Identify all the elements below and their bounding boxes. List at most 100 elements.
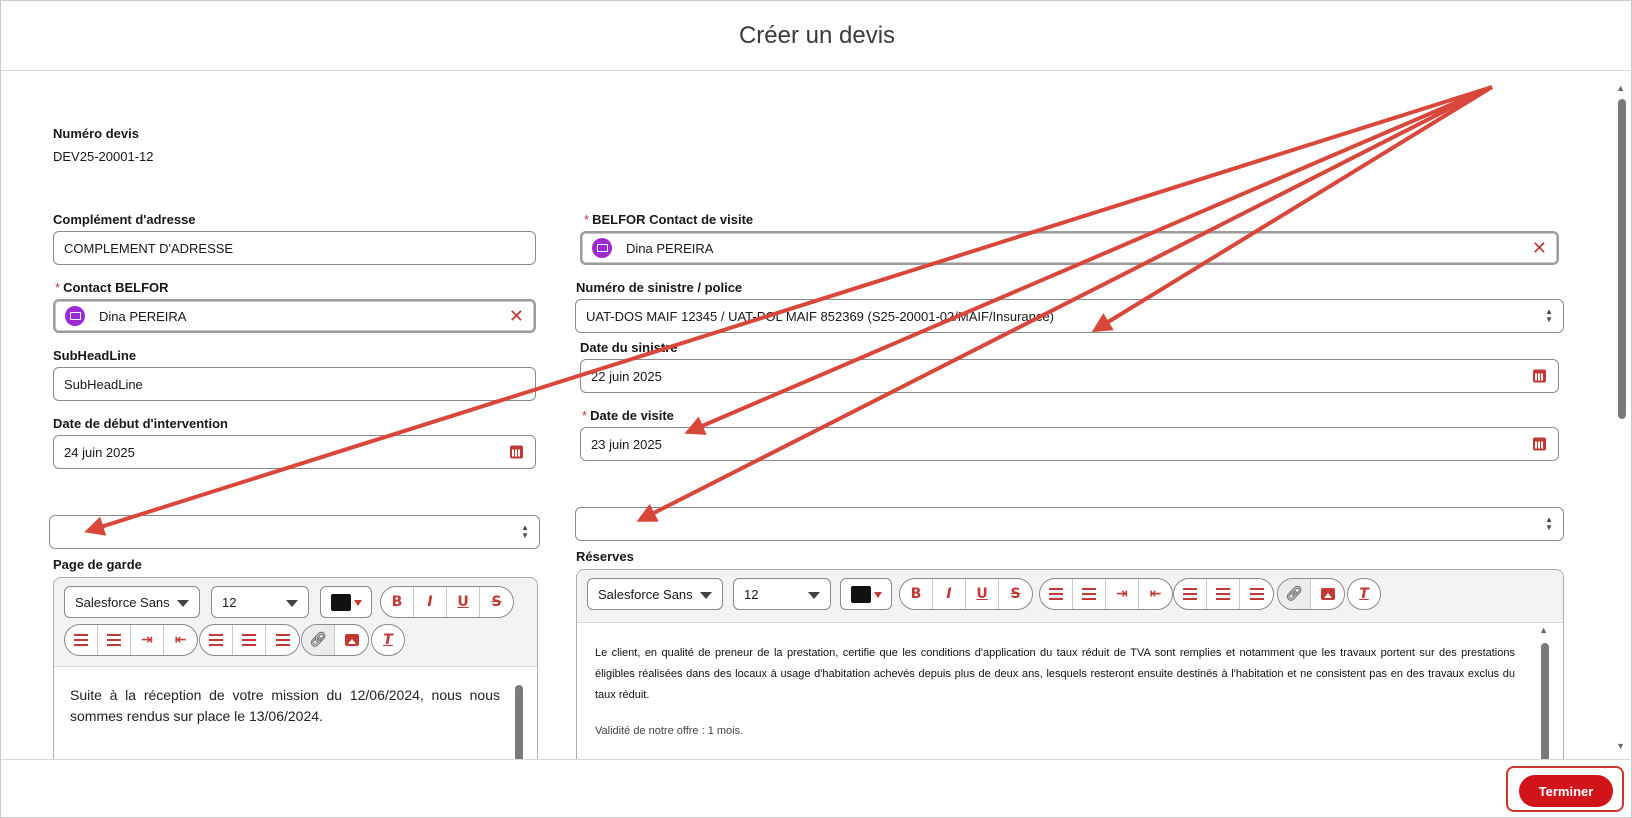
numbered-list-button[interactable] [98, 625, 131, 655]
belfor-contact-label: * Contact BELFOR [55, 280, 169, 295]
indent-icon: ⇥ [1116, 586, 1128, 602]
calendar-icon[interactable] [510, 445, 523, 459]
clear-format-button[interactable]: T [372, 625, 404, 655]
create-quote-modal: Créer un devis Numéro devis DEV25-20001-… [0, 0, 1632, 818]
link-button[interactable]: 🔗︎ [302, 625, 335, 655]
calendar-icon[interactable] [1533, 437, 1546, 451]
address-complement-label: Complément d'adresse [53, 212, 196, 227]
modal-footer [1, 759, 1632, 818]
align-right-button[interactable] [266, 625, 299, 655]
bold-button[interactable]: B [900, 579, 933, 609]
indent-button[interactable]: ⇥ [131, 625, 164, 655]
contact-avatar-icon [65, 306, 85, 326]
font-size-value: 12 [744, 586, 759, 602]
align-center-icon [1216, 588, 1230, 600]
cover-page-scrollbar[interactable] [515, 685, 523, 759]
font-family-value: Salesforce Sans [598, 586, 693, 602]
claim-date-input[interactable]: 22 juin 2025 [580, 359, 1559, 393]
image-icon [1320, 588, 1335, 600]
required-marker: * [584, 212, 590, 227]
select-arrows-icon: ▲ ▼ [1545, 515, 1553, 532]
align-right-icon [275, 634, 290, 646]
intervention-start-date-input[interactable]: 24 juin 2025 [53, 435, 536, 469]
chevron-down-icon [286, 600, 298, 607]
left-empty-select[interactable]: ▲ ▼ [49, 515, 540, 549]
strikethrough-button[interactable]: S [999, 579, 1032, 609]
clear-format-button[interactable]: T [1348, 579, 1380, 609]
bold-button[interactable]: B [381, 587, 414, 617]
reserves-scrollbar[interactable] [1541, 643, 1549, 759]
italic-button[interactable]: I [414, 587, 447, 617]
claim-policy-select[interactable]: UAT-DOS MAIF 12345 / UAT-POL MAIF 852369… [575, 299, 1564, 333]
intervention-start-value: 24 juin 2025 [64, 444, 135, 460]
format-group: B I U S [380, 586, 514, 618]
modal-scrollbar[interactable] [1618, 99, 1626, 419]
align-center-button[interactable] [233, 625, 266, 655]
align-right-icon [1249, 588, 1264, 600]
address-complement-value: COMPLEMENT D'ADRESSE [64, 240, 234, 256]
right-empty-select[interactable]: ▲ ▼ [575, 507, 1564, 541]
select-arrows-icon: ▲ ▼ [521, 523, 529, 540]
link-icon: 🔗︎ [309, 632, 327, 648]
claim-policy-label: Numéro de sinistre / police [576, 280, 743, 295]
scroll-up-icon[interactable]: ▲ [1539, 625, 1548, 635]
outdent-button[interactable]: ⇤ [1139, 579, 1172, 609]
reserves-content[interactable]: Le client, en qualité de preneur de la p… [577, 622, 1563, 759]
clear-icon[interactable]: ✕ [1532, 239, 1547, 257]
chevron-down-icon [177, 600, 189, 607]
underline-button[interactable]: U [966, 579, 999, 609]
italic-button[interactable]: I [933, 579, 966, 609]
font-family-value: Salesforce Sans [75, 594, 170, 610]
visit-date-input[interactable]: 23 juin 2025 [580, 427, 1559, 461]
required-marker: * [582, 408, 588, 423]
image-icon [344, 634, 359, 646]
claim-date-label: Date du sinistre [580, 340, 678, 355]
font-size-select[interactable]: 12 [733, 578, 831, 610]
indent-button[interactable]: ⇥ [1106, 579, 1139, 609]
bullet-list-icon [1049, 588, 1063, 600]
indent-icon: ⇥ [141, 632, 153, 648]
bullet-list-button[interactable] [65, 625, 98, 655]
visit-contact-lookup[interactable]: Dina PEREIRA ✕ [580, 231, 1559, 265]
font-size-select[interactable]: 12 [211, 586, 309, 618]
image-button[interactable] [1311, 579, 1344, 609]
image-button[interactable] [335, 625, 368, 655]
outdent-icon: ⇤ [174, 632, 187, 648]
claim-date-value: 22 juin 2025 [591, 368, 662, 384]
scroll-up-icon[interactable]: ▲ [1616, 83, 1625, 93]
font-family-select[interactable]: Salesforce Sans [587, 578, 723, 610]
align-right-button[interactable] [1240, 579, 1273, 609]
address-complement-input[interactable]: COMPLEMENT D'ADRESSE [53, 231, 536, 265]
select-arrows-icon: ▲ ▼ [1545, 307, 1553, 324]
color-swatch [851, 586, 871, 603]
underline-button[interactable]: U [447, 587, 480, 617]
cover-page-content[interactable]: Suite à la réception de votre mission du… [54, 666, 537, 759]
subheadline-label: SubHeadLine [53, 348, 137, 363]
numbered-list-button[interactable] [1073, 579, 1106, 609]
scroll-down-icon[interactable]: ▼ [1616, 741, 1625, 751]
text-color-button[interactable] [320, 586, 372, 618]
link-icon: 🔗︎ [1285, 586, 1303, 602]
subheadline-input[interactable]: SubHeadLine [53, 367, 536, 401]
strikethrough-button[interactable]: S [480, 587, 513, 617]
font-family-select[interactable]: Salesforce Sans [64, 586, 200, 618]
align-left-button[interactable] [200, 625, 233, 655]
clear-format-group: T [371, 624, 405, 656]
align-left-button[interactable] [1174, 579, 1207, 609]
visit-contact-value: Dina PEREIRA [626, 240, 714, 256]
chevron-down-icon [874, 592, 882, 598]
link-button[interactable]: 🔗︎ [1278, 579, 1311, 609]
finish-button[interactable]: Terminer [1519, 775, 1613, 807]
clear-icon[interactable]: ✕ [509, 307, 524, 325]
align-center-button[interactable] [1207, 579, 1240, 609]
belfor-contact-lookup[interactable]: Dina PEREIRA ✕ [53, 299, 536, 333]
visit-date-label: * Date de visite [582, 408, 674, 423]
outdent-button[interactable]: ⇤ [164, 625, 197, 655]
calendar-icon[interactable] [1533, 369, 1546, 383]
chevron-down-icon [700, 592, 712, 599]
visit-contact-label-text: BELFOR Contact de visite [592, 212, 754, 227]
chevron-down-icon [808, 592, 820, 599]
text-color-button[interactable] [840, 578, 892, 610]
bullet-list-button[interactable] [1040, 579, 1073, 609]
claim-policy-value: UAT-DOS MAIF 12345 / UAT-POL MAIF 852369… [586, 308, 1054, 324]
